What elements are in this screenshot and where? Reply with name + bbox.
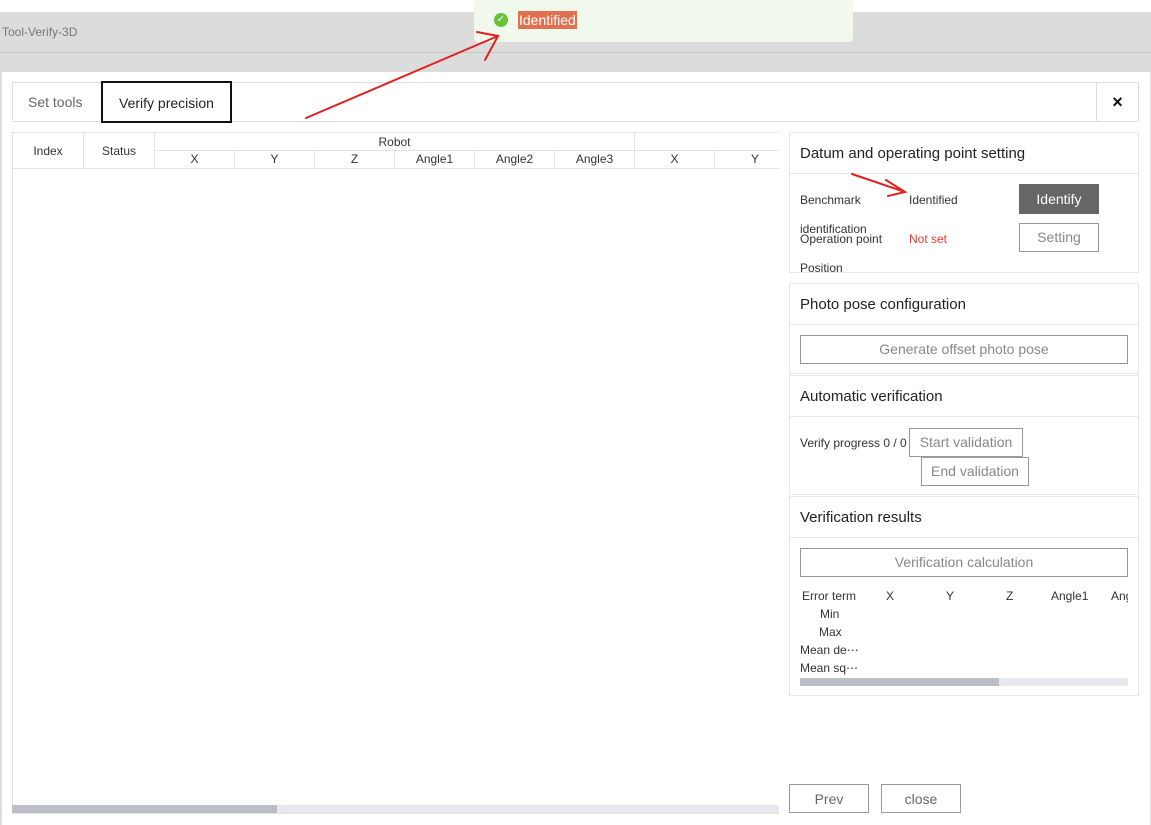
results-col-z: Z bbox=[1006, 589, 1014, 603]
divider bbox=[790, 324, 1138, 325]
tab-set-tools[interactable]: Set tools bbox=[28, 83, 82, 121]
divider bbox=[790, 537, 1138, 538]
column-header-index: Index bbox=[13, 132, 84, 169]
start-validation-button[interactable]: Start validation bbox=[909, 428, 1023, 457]
datum-panel-title: Datum and operating point setting bbox=[800, 145, 1026, 162]
results-col-error-term: Error term bbox=[802, 589, 856, 603]
results-col-x: X bbox=[886, 589, 895, 603]
photo-pose-panel-title: Photo pose configuration bbox=[800, 296, 966, 313]
column-header-robot-angle2: Angle2 bbox=[475, 151, 555, 169]
operation-point-label: Operation point bbox=[800, 232, 883, 246]
column-header-robot-angle1: Angle1 bbox=[395, 151, 475, 169]
auto-verify-panel: Automatic verification Verify progress 0… bbox=[789, 375, 1139, 495]
check-circle-icon: ✓ bbox=[494, 13, 508, 27]
close-button[interactable]: close bbox=[881, 784, 961, 813]
results-col-angle1: Angle1 bbox=[1051, 589, 1089, 603]
results-scroll-thumb[interactable] bbox=[800, 678, 999, 686]
generate-offset-photo-pose-button[interactable]: Generate offset photo pose bbox=[800, 335, 1128, 364]
prev-button[interactable]: Prev bbox=[789, 784, 869, 813]
divider bbox=[790, 173, 1138, 174]
tab-verify-precision[interactable]: Verify precision bbox=[101, 81, 232, 123]
column-header-next-x: X bbox=[635, 151, 715, 169]
benchmark-label: Benchmark bbox=[800, 193, 861, 207]
results-row-max: Max bbox=[819, 625, 842, 639]
setting-button[interactable]: Setting bbox=[1019, 223, 1099, 252]
results-row-mean-square: Mean sq⋯ bbox=[800, 661, 859, 675]
end-validation-button[interactable]: End validation bbox=[921, 457, 1029, 486]
results-row-mean-deviation: Mean de⋯ bbox=[800, 643, 859, 657]
verify-progress-text: Verify progress 0 / 0 bbox=[800, 436, 907, 450]
column-header-robot-y: Y bbox=[235, 151, 315, 169]
column-header-status: Status bbox=[84, 132, 155, 169]
table-scroll-thumb[interactable] bbox=[12, 805, 277, 813]
photo-pose-panel: Photo pose configuration Generate offset… bbox=[789, 283, 1139, 374]
datum-panel: Datum and operating point setting Benchm… bbox=[789, 132, 1139, 275]
toast-message: Identified bbox=[518, 11, 577, 29]
auto-verify-panel-title: Automatic verification bbox=[800, 388, 943, 405]
success-toast: ✓ Identified bbox=[474, 0, 853, 42]
results-col-angle2: Ang bbox=[1111, 589, 1128, 603]
column-header-robot-x: X bbox=[155, 151, 235, 169]
column-header-next-y: Y bbox=[715, 151, 779, 169]
identify-button[interactable]: Identify bbox=[1019, 184, 1099, 214]
verification-calculation-button[interactable]: Verification calculation bbox=[800, 548, 1128, 577]
column-header-robot-angle3: Angle3 bbox=[555, 151, 635, 169]
divider bbox=[790, 416, 1138, 417]
verification-results-panel: Verification results Verification calcul… bbox=[789, 496, 1139, 696]
benchmark-status: Identified bbox=[909, 193, 958, 207]
close-icon[interactable]: × bbox=[1096, 83, 1138, 121]
column-group-next bbox=[635, 132, 779, 151]
column-header-robot-z: Z bbox=[315, 151, 395, 169]
results-row-min: Min bbox=[820, 607, 840, 621]
operation-point-status: Not set bbox=[909, 232, 948, 246]
verification-results-panel-title: Verification results bbox=[800, 509, 922, 526]
window-title: Tool-Verify-3D bbox=[2, 25, 78, 39]
results-table: Error term X Y Z Angle1 Ang Min Max Mean… bbox=[800, 589, 1128, 681]
results-col-y: Y bbox=[946, 589, 955, 603]
points-table: Index Status Robot X Y Z Angle1 Angle2 A… bbox=[12, 132, 779, 814]
operation-point-label-cont: Position bbox=[800, 261, 843, 275]
tab-bar: Set tools Verify precision × bbox=[12, 81, 1139, 123]
column-group-robot: Robot bbox=[155, 132, 635, 151]
